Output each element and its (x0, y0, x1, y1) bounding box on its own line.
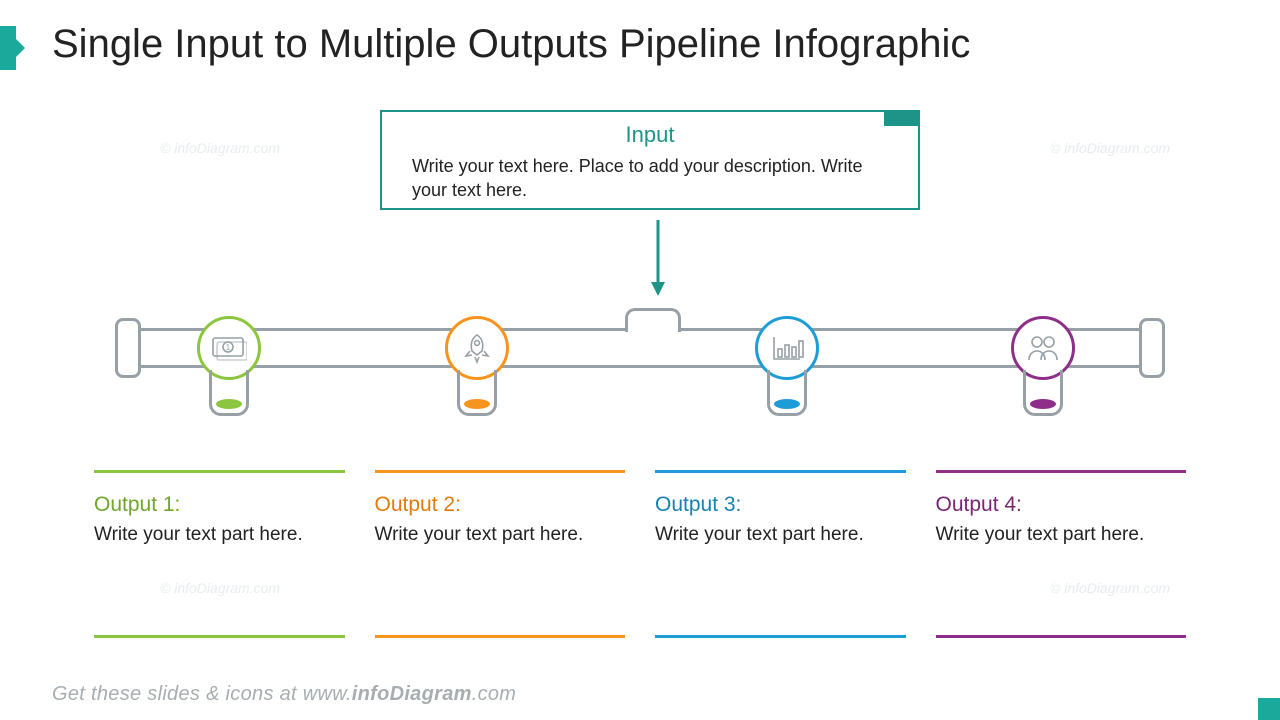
pipeline: 1 (115, 310, 1165, 420)
divider-bottom (655, 635, 906, 638)
arrow-down-icon (648, 220, 668, 298)
svg-text:1: 1 (226, 343, 231, 352)
watermark: © infoDiagram.com (1050, 140, 1170, 156)
footer-brand: infoDiagram (352, 683, 472, 705)
pipe-inlet (625, 308, 681, 332)
pipe-cap-left (115, 318, 141, 378)
divider-bottom (94, 635, 345, 638)
slide-title: Single Input to Multiple Outputs Pipelin… (52, 22, 970, 67)
watermark: © infoDiagram.com (160, 140, 280, 156)
input-box-accent (884, 110, 920, 126)
divider-top (94, 470, 345, 473)
pipe-cap-right (1139, 318, 1165, 378)
outputs-row: Output 1: Write your text part here. Out… (90, 450, 1190, 548)
accent-marker-left (0, 26, 16, 70)
pipe-rail (137, 328, 1143, 368)
watermark: © infoDiagram.com (160, 580, 280, 596)
output-title: Output 1: (94, 493, 345, 517)
footer-text-suffix: .com (472, 683, 517, 705)
input-title: Input (412, 122, 888, 148)
divider-top (655, 470, 906, 473)
output-body: Write your text part here. (936, 523, 1187, 548)
output-block-1: Output 1: Write your text part here. (90, 450, 349, 548)
output-body: Write your text part here. (655, 523, 906, 548)
pipe-outlet-1 (209, 370, 249, 416)
slide-canvas: Single Input to Multiple Outputs Pipelin… (0, 0, 1280, 720)
bar-chart-icon (770, 333, 804, 363)
output-title: Output 2: (375, 493, 626, 517)
pipe-outlet-3 (767, 370, 807, 416)
input-box: Input Write your text here. Place to add… (380, 110, 920, 210)
divider-bottom (936, 635, 1187, 638)
money-icon: 1 (211, 334, 247, 362)
pipe-outlet-2 (457, 370, 497, 416)
footer-text-prefix: Get these slides & icons at www. (52, 683, 352, 705)
footer-attribution: Get these slides & icons at www.infoDiag… (52, 683, 516, 706)
divider-top (375, 470, 626, 473)
pipe-outlet-4 (1023, 370, 1063, 416)
output-block-2: Output 2: Write your text part here. (371, 450, 630, 548)
output-body: Write your text part here. (375, 523, 626, 548)
accent-corner-br (1258, 698, 1280, 720)
output-title: Output 3: (655, 493, 906, 517)
rocket-icon (460, 331, 494, 365)
output-title: Output 4: (936, 493, 1187, 517)
input-body: Write your text here. Place to add your … (412, 154, 888, 203)
output-block-3: Output 3: Write your text part here. (651, 450, 910, 548)
divider-bottom (375, 635, 626, 638)
divider-top (936, 470, 1187, 473)
output-block-4: Output 4: Write your text part here. (932, 450, 1191, 548)
watermark: © infoDiagram.com (1050, 580, 1170, 596)
people-icon (1025, 332, 1061, 364)
output-body: Write your text part here. (94, 523, 345, 548)
